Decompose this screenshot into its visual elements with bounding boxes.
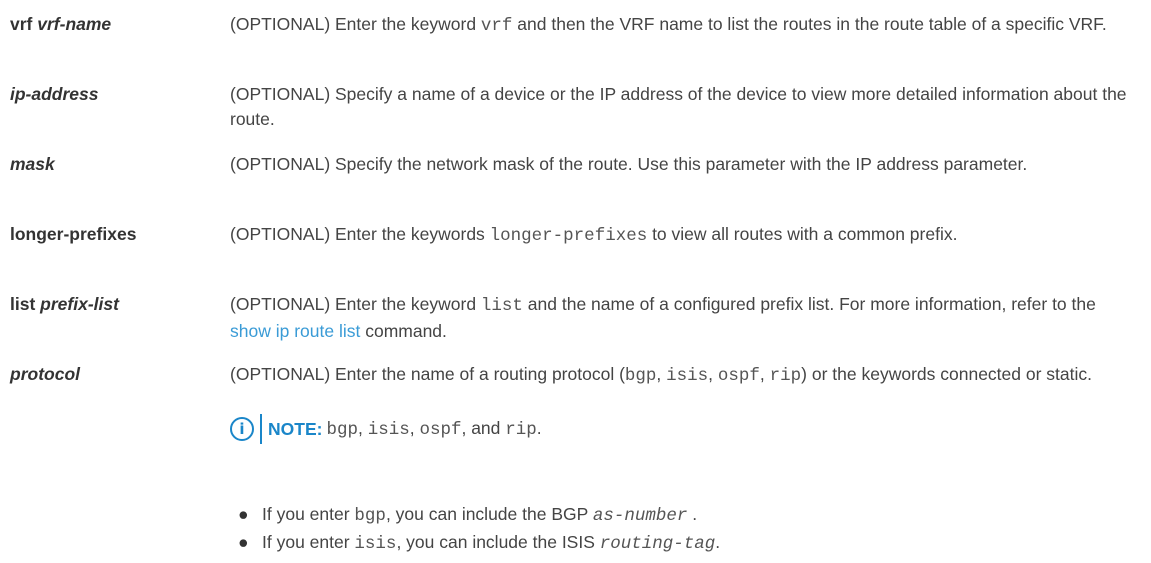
bullet-dot-icon: ●	[238, 532, 249, 552]
param-description: (OPTIONAL) Specify a name of a device or…	[230, 82, 1135, 132]
text-run: (OPTIONAL) Enter the keywords	[230, 224, 490, 244]
text-run: , you can include the BGP	[385, 504, 593, 524]
param-description: (OPTIONAL) Enter the name of a routing p…	[230, 362, 1135, 389]
term-keyword: list	[10, 294, 36, 314]
text-run: and the name of a configured prefix list…	[522, 294, 1096, 314]
text-run: command.	[360, 321, 447, 341]
param-description: (OPTIONAL) Enter the keyword list and th…	[230, 292, 1135, 344]
inline-code: isis	[367, 419, 410, 440]
inline-code: longer-prefixes	[489, 226, 648, 246]
inline-code: vrf	[480, 16, 513, 36]
term-variable: mask	[10, 154, 55, 174]
bullet-text: If you enter isis, you can include the I…	[262, 532, 721, 554]
text-run: (OPTIONAL) Enter the keyword	[230, 14, 481, 34]
term-keyword: vrf	[10, 14, 33, 34]
term-variable: protocol	[10, 364, 80, 384]
inline-code: isis	[354, 534, 397, 554]
text-run: ) or the keywords connected or static.	[801, 364, 1092, 384]
inline-code: ospf	[717, 366, 760, 386]
term-variable: ip-address	[10, 84, 99, 104]
inline-code: rip	[505, 419, 537, 440]
text-run: If you enter	[262, 504, 355, 524]
note-label: NOTE:	[268, 418, 323, 439]
param-description: (OPTIONAL) Enter the keywords longer-pre…	[230, 222, 1135, 249]
text-run: (OPTIONAL) Specify the network mask of t…	[230, 154, 1028, 174]
text-run: (OPTIONAL) Enter the keyword	[230, 294, 481, 314]
term-keyword: longer-prefixes	[10, 224, 137, 244]
param-description: (OPTIONAL) Specify the network mask of t…	[230, 152, 1135, 177]
param-term: list prefix-list	[10, 292, 119, 317]
term-variable: prefix-list	[40, 294, 119, 314]
inline-code-variable: routing-tag	[599, 534, 716, 554]
term-variable: vrf-name	[37, 14, 112, 34]
text-run: , and	[461, 417, 506, 438]
bullet-text: If you enter bgp, you can include the BG…	[262, 504, 698, 526]
text-run: and then the VRF name to list the routes…	[512, 14, 1107, 34]
inline-code-variable: as-number	[592, 506, 688, 526]
text-run: (OPTIONAL) Enter the name of a routing p…	[230, 364, 625, 384]
param-term: protocol	[10, 362, 80, 387]
text-run: ,	[656, 364, 667, 384]
text-run: to view all routes with a common prefix.	[647, 224, 958, 244]
param-term: mask	[10, 152, 55, 177]
note-divider	[260, 414, 262, 444]
param-term: vrf vrf-name	[10, 12, 111, 37]
text-run: .	[715, 532, 721, 552]
note-box: i NOTE: bgp, isis, ospf, and rip.	[230, 414, 542, 444]
text-run: , you can include the ISIS	[396, 532, 600, 552]
inline-code: bgp	[354, 506, 386, 526]
param-term: longer-prefixes	[10, 222, 136, 247]
inline-code: ospf	[419, 419, 462, 440]
inline-code: bgp	[624, 366, 657, 386]
cross-reference-link[interactable]: show ip route list	[230, 321, 360, 341]
param-term: ip-address	[10, 82, 99, 107]
inline-code: bgp	[326, 419, 358, 440]
text-run: .	[536, 417, 542, 438]
inline-code: list	[480, 296, 523, 316]
text-run: If you enter	[262, 532, 355, 552]
text-run: ,	[759, 364, 770, 384]
text-run: ,	[409, 417, 420, 438]
bullet-bgp: ● If you enter bgp, you can include the B…	[238, 502, 1138, 529]
bullet-isis: ● If you enter isis, you can include the …	[238, 530, 1138, 557]
inline-code: rip	[769, 366, 802, 386]
inline-code: isis	[666, 366, 709, 386]
note-content: bgp, isis, ospf, and rip.	[326, 416, 541, 443]
text-run: ,	[357, 417, 368, 438]
parameter-table: vrf vrf-name (OPTIONAL) Enter the keywor…	[0, 0, 1151, 563]
info-icon: i	[230, 417, 254, 441]
text-run: ,	[708, 364, 718, 384]
text-run: (OPTIONAL) Specify a name of a device or…	[230, 84, 1127, 129]
param-description: (OPTIONAL) Enter the keyword vrf and the…	[230, 12, 1135, 39]
bullet-dot-icon: ●	[238, 504, 249, 524]
text-run: .	[687, 504, 698, 524]
